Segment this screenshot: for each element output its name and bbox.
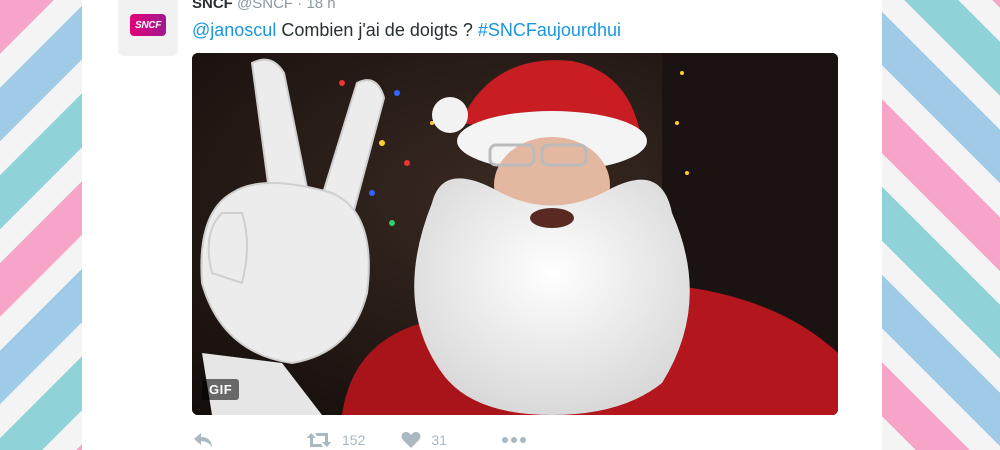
author-name[interactable]: SNCF bbox=[192, 0, 233, 12]
gif-badge: GIF bbox=[202, 379, 240, 400]
retweet-icon bbox=[307, 433, 331, 447]
author-handle[interactable]: @SNCF bbox=[237, 0, 293, 12]
heart-icon bbox=[401, 431, 421, 448]
tweet-card: SNCF SNCF @SNCF · 18 h @janoscul Combien… bbox=[82, 0, 882, 450]
mention-link[interactable]: @janoscul bbox=[192, 20, 276, 40]
separator-dot: · bbox=[297, 0, 303, 12]
reply-button[interactable] bbox=[192, 431, 214, 449]
retweet-count: 152 bbox=[342, 432, 366, 448]
gif-media[interactable]: GIF bbox=[192, 53, 838, 415]
tweet-text: @janoscul Combien j'ai de doigts ? #SNCF… bbox=[192, 19, 621, 41]
sncf-logo: SNCF bbox=[130, 14, 166, 36]
like-count: 31 bbox=[431, 432, 447, 448]
tweet-body: Combien j'ai de doigts ? bbox=[276, 20, 478, 40]
hashtag-link[interactable]: #SNCFaujourdhui bbox=[478, 20, 621, 40]
avatar[interactable]: SNCF bbox=[118, 0, 178, 56]
tweet-actions: 152 31 bbox=[192, 428, 563, 450]
retweet-button[interactable]: 152 bbox=[306, 431, 365, 449]
tweet-header: SNCF @SNCF · 18 h bbox=[192, 0, 336, 13]
like-button[interactable]: 31 bbox=[401, 431, 447, 449]
background-stripes-left bbox=[0, 0, 82, 450]
more-button[interactable] bbox=[501, 436, 527, 444]
reply-icon bbox=[194, 433, 212, 447]
background-stripes-right bbox=[882, 0, 1000, 450]
more-icon bbox=[501, 437, 526, 443]
santa-gif-image bbox=[192, 53, 838, 415]
timestamp[interactable]: 18 h bbox=[306, 0, 335, 12]
